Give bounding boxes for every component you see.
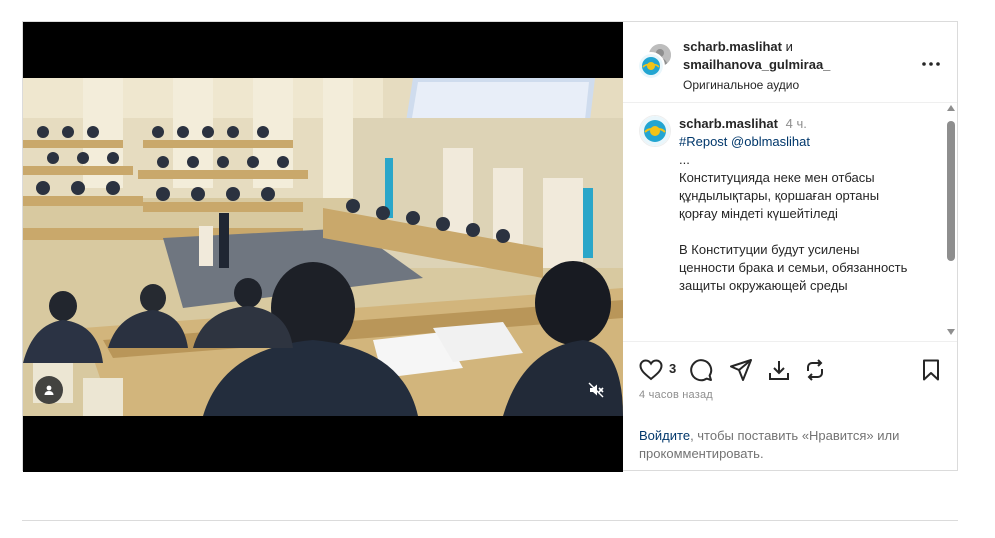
share-button[interactable] <box>729 358 753 382</box>
comment-icon <box>690 359 713 382</box>
post-sidebar: scharb.maslihat и smailhanova_gulmiraa_ … <box>623 22 957 470</box>
more-horizontal-icon <box>922 62 940 66</box>
mute-button[interactable] <box>584 378 608 402</box>
header-authors: scharb.maslihat и smailhanova_gulmiraa_ … <box>683 38 913 94</box>
caption-line <box>679 223 939 241</box>
comments-area[interactable]: scharb.maslihat 4 ч. #Repost @oblmasliha… <box>623 103 957 341</box>
post-card: scharb.maslihat и smailhanova_gulmiraa_ … <box>22 21 958 472</box>
post-time-ago[interactable]: 4 часов назад <box>639 389 713 401</box>
action-bar: 3 4 часов назад <box>623 341 957 432</box>
send-icon <box>730 359 752 381</box>
scroll-down-arrow-icon[interactable] <box>947 329 955 335</box>
repost-icon <box>807 359 823 381</box>
download-button[interactable] <box>767 358 791 382</box>
comment-button[interactable] <box>689 358 713 382</box>
bookmark-icon <box>923 359 939 381</box>
download-icon <box>769 361 789 380</box>
login-link[interactable]: Войдите <box>639 428 690 443</box>
scroll-up-arrow-icon[interactable] <box>947 105 955 111</box>
audio-label[interactable]: Оригинальное аудио <box>683 76 913 94</box>
author-secondary[interactable]: smailhanova_gulmiraa_ <box>683 57 830 72</box>
scroll-thumb[interactable] <box>947 121 955 261</box>
speaker-muted-icon <box>588 382 604 398</box>
caption: scharb.maslihat 4 ч. #Repost @oblmasliha… <box>679 115 939 295</box>
video-player[interactable] <box>23 22 623 472</box>
caption-line: Конституцияда неке мен отбасы <box>679 170 875 185</box>
more-options-button[interactable] <box>919 52 943 76</box>
caption-line: ценности брака и семьи, обязанность <box>679 260 908 275</box>
author-primary[interactable]: scharb.maslihat <box>683 39 782 54</box>
avatar-primary[interactable] <box>637 52 665 80</box>
collab-avatars[interactable] <box>637 44 673 80</box>
user-tag-icon <box>44 385 54 395</box>
caption-line: защиты окружающей среды <box>679 278 848 293</box>
caption-username[interactable]: scharb.maslihat <box>679 116 778 131</box>
post-header: scharb.maslihat и smailhanova_gulmiraa_ … <box>623 22 957 103</box>
login-prompt: Войдите, чтобы поставить «Нравится» или … <box>639 427 939 463</box>
save-button[interactable] <box>919 358 943 382</box>
emblem-logo <box>639 54 663 78</box>
author-conjunction: и <box>785 39 793 54</box>
caption-repost-link[interactable]: #Repost @oblmaslihat <box>679 133 939 151</box>
caption-line: құндылықтары, қоршаған ортаны <box>679 188 880 203</box>
caption-line: қорғау міндеті күшейтіледі <box>679 206 838 221</box>
heart-icon <box>639 359 663 381</box>
comments-scrollbar[interactable] <box>945 103 957 341</box>
comment-avatar[interactable] <box>639 115 671 147</box>
emblem-logo <box>640 116 670 146</box>
user-tag-button[interactable] <box>35 376 63 404</box>
caption-time[interactable]: 4 ч. <box>786 116 807 131</box>
caption-line: ... <box>679 152 690 167</box>
divider <box>22 520 958 521</box>
like-button[interactable] <box>639 358 663 382</box>
caption-line: В Конституции будут усилены <box>679 242 860 257</box>
video-frame <box>23 78 623 416</box>
repost-button[interactable] <box>803 358 827 382</box>
like-count[interactable]: 3 <box>669 361 676 376</box>
